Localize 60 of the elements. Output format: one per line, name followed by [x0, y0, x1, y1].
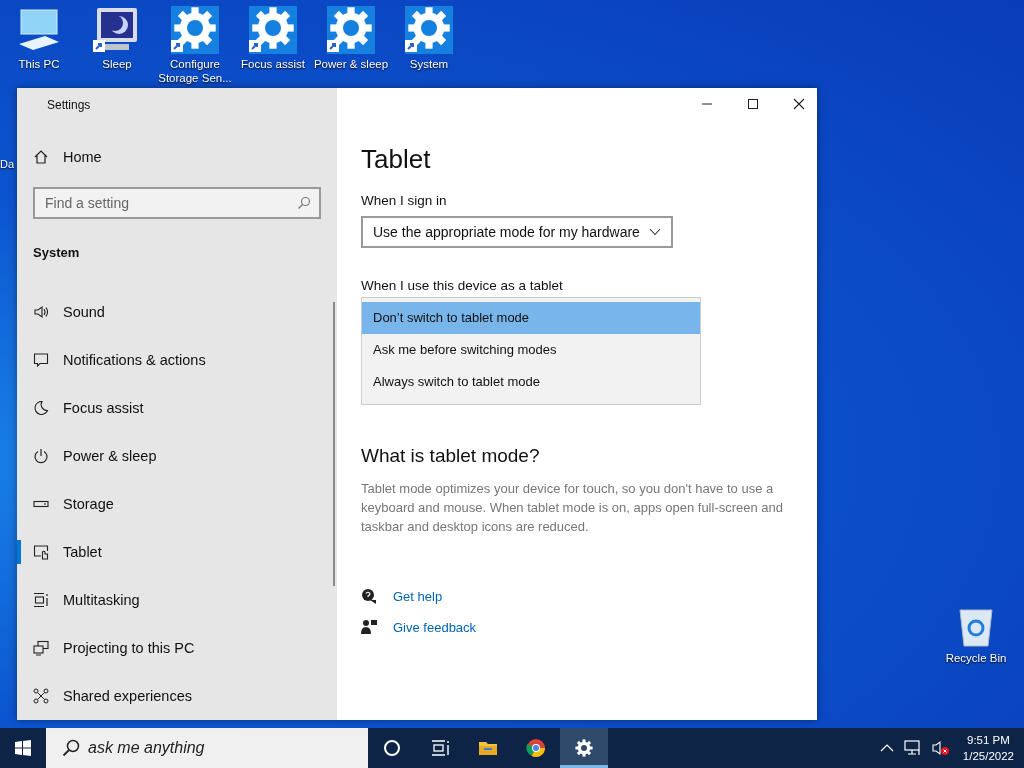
mode-dropdown[interactable]: Use the appropriate mode for my hardware	[361, 216, 673, 248]
description-text: Tablet mode optimizes your device for touch, so you don't have to use a keyboard and mouse. When tablet mode is on, apps open full-screen and taskbar and desktop icons are reduced.	[361, 480, 785, 536]
speaker-icon	[33, 304, 49, 320]
gear-icon	[171, 6, 219, 54]
icon-label[interactable]: Da	[0, 158, 15, 170]
search-box[interactable]: ask me anything	[46, 728, 368, 768]
multitasking-icon	[33, 592, 49, 608]
menu-option[interactable]: Always switch to tablet mode	[362, 366, 700, 398]
speech-bubble-icon	[33, 352, 49, 368]
clock-date[interactable]: 1/25/2022	[962, 748, 1014, 764]
sidebar-item[interactable]: Focus assist	[17, 384, 337, 432]
moon-icon	[33, 400, 49, 416]
home-link[interactable]: Home	[33, 125, 321, 188]
sidebar-item[interactable]: Notifications & actions	[17, 336, 337, 384]
page-title: Tablet	[361, 144, 432, 175]
task-view-icon	[430, 738, 450, 758]
sidebar-item[interactable]: Tablet	[17, 528, 337, 576]
field-label: When I use this device as a tablet	[361, 278, 564, 293]
scrollbar[interactable]	[333, 302, 335, 586]
sidebar-item[interactable]: Storage	[17, 480, 337, 528]
section-heading: System	[33, 244, 81, 263]
field-label: When I sign in	[361, 193, 448, 208]
gear-icon	[327, 6, 375, 54]
browser-icon	[526, 738, 546, 758]
sidebar-item[interactable]: Sound	[17, 288, 337, 336]
icon-label[interactable]: Recycle Bin	[932, 651, 1020, 665]
windows-logo-icon	[15, 740, 31, 756]
window-title: Settings	[46, 97, 92, 114]
search-field[interactable]: Find a setting	[33, 187, 321, 220]
chevron-down-icon	[649, 228, 661, 236]
section-heading: What is tablet mode?	[361, 445, 541, 467]
search-icon	[62, 739, 80, 757]
tablet-icon	[33, 544, 49, 560]
link[interactable]: Get help	[393, 588, 443, 604]
gear-icon	[405, 6, 453, 54]
sidebar-item[interactable]: Projecting to this PC	[17, 624, 337, 672]
chevron-up-icon	[879, 743, 894, 753]
maximize-icon	[747, 98, 759, 110]
network-icon	[33, 688, 49, 704]
network-icon	[903, 740, 922, 756]
power-icon	[33, 448, 49, 464]
clock-time[interactable]: 9:51 PM	[962, 732, 1014, 748]
link[interactable]: Give feedback	[393, 619, 477, 635]
help-icon	[361, 588, 377, 604]
home-icon	[33, 148, 49, 165]
circle-icon	[382, 738, 402, 758]
sidebar-item[interactable]: Shared experiences	[17, 672, 337, 720]
screens-icon	[33, 640, 49, 656]
sidebar-item[interactable]: Multitasking	[17, 576, 337, 624]
menu-option[interactable]: Ask me before switching modes	[362, 334, 700, 366]
volume-muted-icon	[931, 740, 950, 756]
close-icon	[793, 98, 805, 110]
sidebar-item[interactable]: Power & sleep	[17, 432, 337, 480]
menu-option[interactable]: Don’t switch to tablet mode	[362, 302, 700, 334]
icon-label[interactable]: Power & sleep	[307, 57, 395, 71]
gear-icon	[574, 738, 594, 758]
taskbar-button[interactable]	[560, 728, 608, 768]
gear-icon	[249, 6, 297, 54]
feedback-icon	[361, 619, 377, 635]
search-icon	[297, 196, 311, 211]
